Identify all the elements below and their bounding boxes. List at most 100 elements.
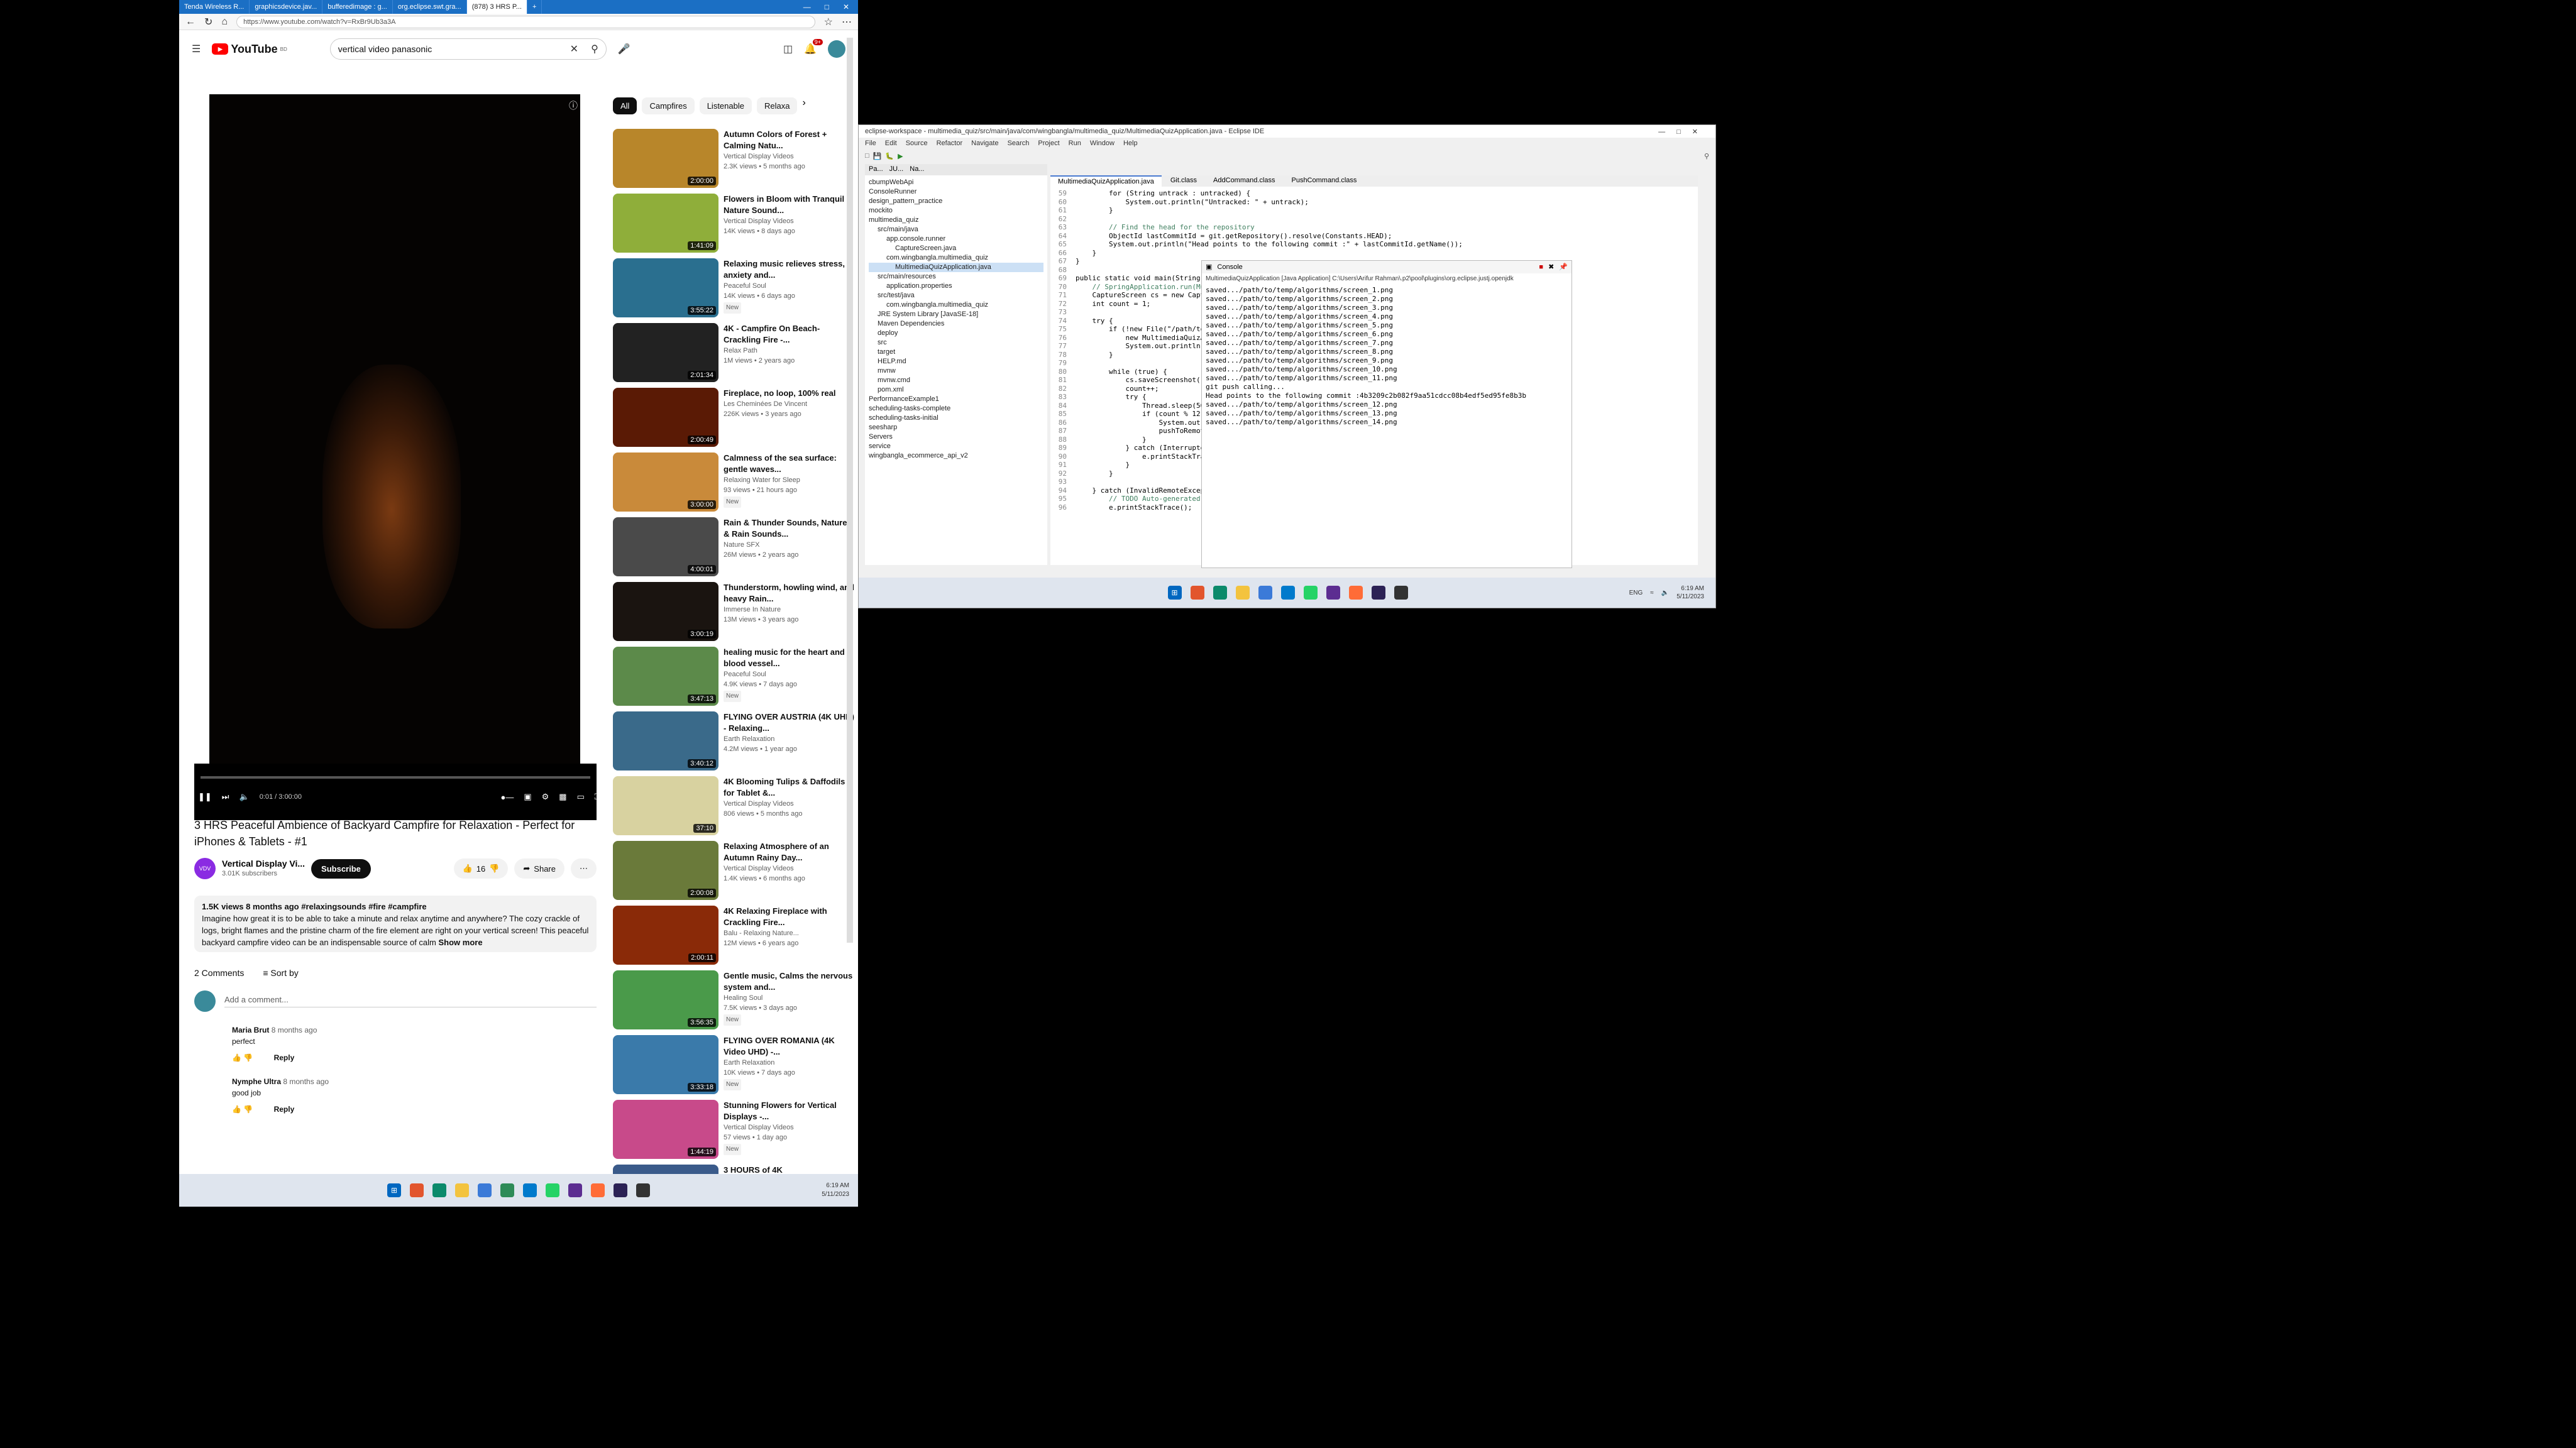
minimize-icon[interactable]: — xyxy=(803,3,811,11)
recommendation-channel[interactable]: Relax Path xyxy=(724,346,855,356)
maximize-icon[interactable]: □ xyxy=(825,3,829,11)
tree-item[interactable]: mvnw.cmd xyxy=(869,376,1043,385)
editor-tab[interactable]: AddCommand.class xyxy=(1206,175,1282,187)
pin-console-icon[interactable]: 📌 xyxy=(1559,263,1568,272)
url-input[interactable]: https://www.youtube.com/watch?v=RxBr9Ub3… xyxy=(236,15,815,28)
edge-icon[interactable] xyxy=(1213,586,1227,600)
tree-item[interactable]: JRE System Library [JavaSE-18] xyxy=(869,310,1043,319)
recommendation-channel[interactable]: Healing Soul xyxy=(724,993,855,1003)
tree-item[interactable]: src xyxy=(869,338,1043,348)
edge-icon[interactable] xyxy=(432,1183,446,1197)
search-icon[interactable]: ⚲ xyxy=(591,43,598,55)
tree-item[interactable]: scheduling-tasks-complete xyxy=(869,404,1043,414)
next-icon[interactable]: ⏭ xyxy=(222,792,229,802)
editor-tab[interactable]: MultimediaQuizApplication.java xyxy=(1050,175,1162,187)
recommendation-title[interactable]: 4K - Campfire On Beach-Crackling Fire -.… xyxy=(724,323,855,346)
recommendation-channel[interactable]: Balu - Relaxing Nature... xyxy=(724,928,855,938)
whatsapp-icon[interactable] xyxy=(1303,586,1318,600)
reply-button[interactable]: Reply xyxy=(274,1053,295,1062)
window-controls[interactable]: —□✕ xyxy=(1658,128,1709,136)
recommendation-title[interactable]: FLYING OVER AUSTRIA (4K UHD) - Relaxing.… xyxy=(724,711,855,734)
recommendation-channel[interactable]: Les Cheminées De Vincent xyxy=(724,399,835,409)
tree-item[interactable]: deploy xyxy=(869,329,1043,338)
recommendation-title[interactable]: Autumn Colors of Forest + Calming Natu..… xyxy=(724,129,855,151)
volume-icon[interactable]: 🔈 xyxy=(1661,590,1669,596)
navigator-tab[interactable]: Na... xyxy=(910,165,924,174)
tree-item[interactable]: com.wingbangla.multimedia_quiz xyxy=(869,253,1043,263)
menu-navigate[interactable]: Navigate xyxy=(971,140,998,147)
tree-item[interactable]: multimedia_quiz xyxy=(869,216,1043,225)
video-player[interactable]: ⓘ xyxy=(209,94,580,786)
recommendation-item[interactable]: 4:00:01 Rain & Thunder Sounds, Nature & R… xyxy=(613,517,855,578)
description-box[interactable]: 1.5K views 8 months ago #relaxingsounds … xyxy=(194,896,597,952)
recommendation-item[interactable]: 3:55:22 Relaxing music relieves stress, a… xyxy=(613,258,855,319)
recommendation-title[interactable]: Fireplace, no loop, 100% real xyxy=(724,388,835,399)
recommendation-title[interactable]: Calmness of the sea surface: gentle wave… xyxy=(724,452,855,475)
debug-icon[interactable]: 🐛 xyxy=(885,152,894,160)
recommendation-channel[interactable]: Peaceful Soul xyxy=(724,669,855,679)
volume-icon[interactable]: 🔈 xyxy=(239,792,250,802)
tree-item[interactable]: MultimediaQuizApplication.java xyxy=(869,263,1043,272)
pause-icon[interactable]: ❚❚ xyxy=(198,792,212,802)
tree-item[interactable]: src/main/resources xyxy=(869,272,1043,282)
wifi-icon[interactable]: ≈ xyxy=(1650,590,1654,596)
recommendation-title[interactable]: 4K Blooming Tulips & Daffodils for Table… xyxy=(724,776,855,799)
mic-icon[interactable]: 🎤 xyxy=(618,43,630,55)
visual-studio-icon[interactable] xyxy=(568,1183,582,1197)
refresh-icon[interactable]: ↻ xyxy=(204,16,212,28)
remove-launch-icon[interactable]: ✖ xyxy=(1548,263,1554,272)
tree-item[interactable]: wingbangla_ecommerce_api_v2 xyxy=(869,451,1043,461)
settings-icon[interactable]: ⚙ xyxy=(542,792,549,802)
video-thumbnail[interactable]: 37:10 xyxy=(613,776,718,835)
menu-refactor[interactable]: Refactor xyxy=(937,140,963,147)
recommendation-item[interactable]: 2:00:08 Relaxing Atmosphere of an Autumn … xyxy=(613,841,855,901)
recommendation-channel[interactable]: Relaxing Water for Sleep xyxy=(724,475,855,485)
video-thumbnail[interactable]: 3:00:19 xyxy=(613,582,718,641)
chip-listenable[interactable]: Listenable xyxy=(699,97,752,114)
recommendation-item[interactable]: 2:00:00 Autumn Colors of Forest + Calming… xyxy=(613,129,855,189)
video-thumbnail[interactable]: 1:44:19 xyxy=(613,1100,718,1159)
recommendation-title[interactable]: Relaxing music relieves stress, anxiety … xyxy=(724,258,855,281)
tree-item[interactable]: ConsoleRunner xyxy=(869,187,1043,197)
recommendation-title[interactable]: Relaxing Atmosphere of an Autumn Rainy D… xyxy=(724,841,855,864)
recommendation-title[interactable]: Stunning Flowers for Vertical Displays -… xyxy=(724,1100,855,1122)
dislike-icon[interactable]: 👎 xyxy=(489,864,499,874)
reply-button[interactable]: Reply xyxy=(274,1105,295,1114)
dislike-icon[interactable]: 👎 xyxy=(243,1053,253,1062)
info-icon[interactable]: ⓘ xyxy=(569,99,578,112)
package-explorer-tab[interactable]: Pa... xyxy=(869,165,883,174)
video-thumbnail[interactable]: 4:00:01 xyxy=(613,517,718,576)
tree-item[interactable]: design_pattern_practice xyxy=(869,197,1043,206)
video-thumbnail[interactable]: 3:33:18 xyxy=(613,1035,718,1094)
chevron-right-icon[interactable]: › xyxy=(802,97,805,114)
recommendation-channel[interactable]: Vertical Display Videos xyxy=(724,151,855,162)
recommendation-item[interactable]: 2:00:49 Fireplace, no loop, 100% real Les … xyxy=(613,388,855,448)
recommendation-item[interactable]: 2:01:34 4K - Campfire On Beach-Crackling … xyxy=(613,323,855,383)
progress-bar[interactable] xyxy=(201,776,590,779)
recommendation-title[interactable]: healing music for the heart and blood ve… xyxy=(724,647,855,669)
recommendation-item[interactable]: 3:00:00 Calmness of the sea surface: gent… xyxy=(613,452,855,513)
recommendation-channel[interactable]: Nature SFX xyxy=(724,540,855,550)
browser-tab[interactable]: Tenda Wireless R... xyxy=(179,0,250,14)
close-icon[interactable]: ✕ xyxy=(843,3,849,11)
tree-item[interactable]: src/test/java xyxy=(869,291,1043,300)
recommendation-item[interactable]: 3:56:35 Gentle music, Calms the nervous s… xyxy=(613,970,855,1031)
editor-tab[interactable]: Git.class xyxy=(1163,175,1204,187)
recommendation-item[interactable]: 2:00:11 4K Relaxing Fireplace with Crackl… xyxy=(613,906,855,966)
video-thumbnail[interactable]: 3:56:35 xyxy=(613,970,718,1029)
video-thumbnail[interactable]: 2:00:49 xyxy=(613,388,718,447)
comment-author[interactable]: Nymphe Ultra xyxy=(232,1077,281,1086)
recommendation-title[interactable]: Flowers in Bloom with Tranquil Nature So… xyxy=(724,194,855,216)
eclipse-icon[interactable] xyxy=(614,1183,627,1197)
recommendation-title[interactable]: Rain & Thunder Sounds, Nature & Rain Sou… xyxy=(724,517,855,540)
terminal-icon[interactable] xyxy=(1394,586,1408,600)
recommendation-item[interactable]: 3:47:13 healing music for the heart and b… xyxy=(613,647,855,707)
junit-tab[interactable]: JU... xyxy=(889,165,904,174)
save-icon[interactable]: 💾 xyxy=(873,152,882,160)
recommendation-item[interactable]: 3:33:18 FLYING OVER ROMANIA (4K Video UHD… xyxy=(613,1035,855,1095)
chip-all[interactable]: All xyxy=(613,97,637,114)
new-icon[interactable]: □ xyxy=(865,152,869,160)
share-button[interactable]: ➦ Share xyxy=(514,858,564,879)
notifications-icon[interactable]: 🔔 9+ xyxy=(804,39,823,55)
menu-project[interactable]: Project xyxy=(1038,140,1059,147)
